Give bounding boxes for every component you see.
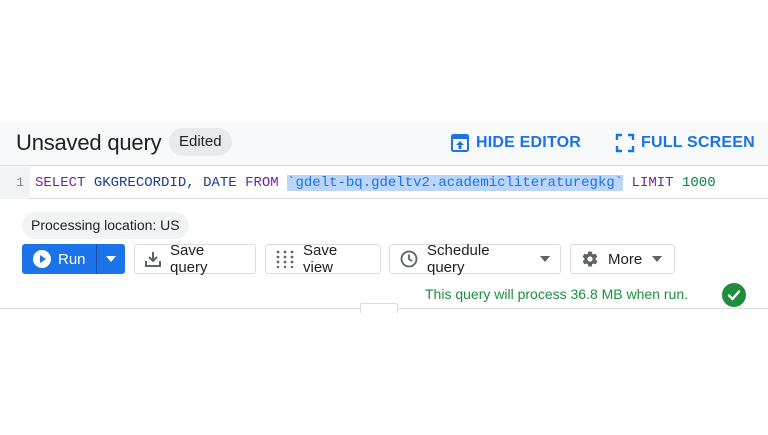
code-line[interactable]: SELECT GKGRECORDID, DATE FROM `gdelt-bq.…: [35, 167, 716, 199]
download-icon: [145, 252, 161, 267]
run-button[interactable]: Run: [22, 244, 96, 274]
sql-editor[interactable]: 1 SELECT GKGRECORDID, DATE FROM `gdelt-b…: [0, 167, 768, 199]
hide-editor-label: HIDE EDITOR: [476, 134, 582, 151]
page-title: Unsaved query: [16, 130, 162, 155]
resize-handle[interactable]: [360, 303, 398, 313]
table-name: `gdelt-bq.gdeltv2.academicliteraturegkg`: [287, 175, 624, 191]
column-recordid: GKGRECORDID,: [93, 175, 195, 191]
more-label: More: [608, 250, 643, 268]
dropdown-arrow-icon: [106, 256, 116, 262]
check-circle-icon: [722, 283, 746, 307]
more-button[interactable]: More: [570, 244, 675, 274]
save-query-label: Save query: [170, 242, 208, 276]
query-toolbar: Run Save query Save view Schedule query …: [0, 242, 768, 276]
save-view-label: Save view: [303, 242, 338, 276]
query-header: Unsaved query Edited HIDE EDITOR FULL SC…: [0, 122, 768, 166]
limit-value: 1000: [681, 175, 716, 191]
keyword-limit: LIMIT: [631, 175, 674, 191]
save-query-button[interactable]: Save query: [134, 242, 256, 276]
chevron-down-icon: [540, 256, 550, 262]
play-icon: [33, 250, 51, 268]
column-date: DATE: [203, 175, 237, 191]
save-view-button[interactable]: Save view: [265, 242, 381, 276]
run-button-group: Run: [22, 244, 125, 274]
gear-icon: [582, 251, 598, 267]
dots-grid-icon: [276, 250, 294, 268]
chevron-down-icon: [652, 256, 663, 262]
full-screen-label: FULL SCREEN: [641, 134, 755, 151]
schedule-query-label: Schedule query: [427, 242, 490, 276]
hide-editor-icon: [451, 134, 469, 152]
full-screen-icon: [615, 133, 635, 153]
line-number: 1: [0, 167, 30, 199]
keyword-from: FROM: [245, 175, 279, 191]
clock-icon: [400, 250, 418, 268]
run-label: Run: [58, 250, 86, 268]
full-screen-button[interactable]: FULL SCREEN: [615, 130, 755, 156]
run-options-button[interactable]: [97, 244, 125, 274]
processing-location-chip[interactable]: Processing location: US: [22, 212, 189, 239]
hide-editor-button[interactable]: HIDE EDITOR: [450, 130, 581, 156]
edited-badge: Edited: [169, 128, 232, 156]
keyword-select: SELECT: [35, 175, 86, 191]
schedule-query-button[interactable]: Schedule query: [389, 242, 561, 276]
query-validation-message: This query will process 36.8 MB when run…: [425, 286, 688, 302]
